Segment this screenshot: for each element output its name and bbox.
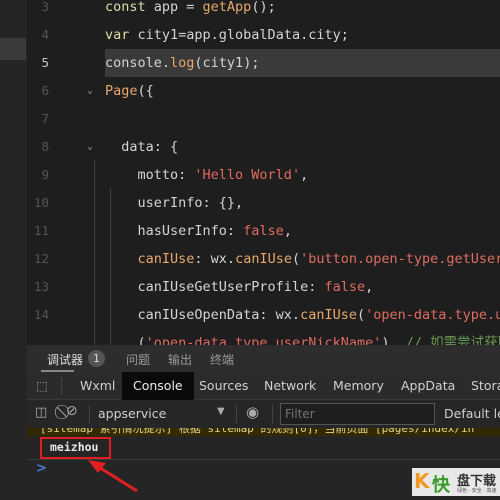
console-prompt[interactable]: > — [36, 461, 47, 476]
code-line[interactable]: 9 motto: 'Hello World', — [27, 161, 500, 189]
tab-appdata[interactable]: AppData — [401, 372, 455, 400]
tab-network[interactable]: Network — [264, 372, 316, 400]
code-text: const app = getApp(); — [105, 0, 276, 15]
code-line[interactable]: 13 canIUseGetUserProfile: false, — [27, 273, 500, 301]
code-text: canIUseOpenData: wx.canIUse('open-data.t… — [105, 307, 500, 323]
log-levels-select[interactable]: Default lev — [444, 406, 500, 421]
eye-icon[interactable]: ◉ — [246, 403, 259, 421]
logo-mark: K — [414, 469, 430, 493]
code-line[interactable]: 5 console.log(city1); — [27, 49, 500, 77]
panel-tabs: 调试器 1 问题 输出 终端 — [27, 345, 500, 372]
tab-storage[interactable]: Stora — [471, 372, 500, 400]
block-icon[interactable]: ⊘ — [66, 403, 78, 419]
line-number: 14 — [33, 307, 49, 322]
line-number: 6 — [41, 83, 49, 98]
context-select[interactable]: appservice — [98, 406, 166, 421]
code-text: canIUse: wx.canIUse('button.open-type.ge… — [137, 251, 500, 267]
line-number: 8 — [41, 139, 49, 154]
code-text: ('open-data.type.userNickName') // 如需尝试获… — [105, 335, 500, 345]
red-arrow-annotation — [88, 460, 138, 493]
code-line[interactable]: 10 userInfo: {}, — [27, 189, 500, 217]
code-editor[interactable]: 3 const app = getApp(); 4 var city1=app.glo… — [27, 0, 500, 345]
divider — [89, 405, 90, 423]
line-number: 3 — [41, 0, 49, 14]
tab-debugger[interactable]: 调试器 — [47, 351, 83, 368]
code-line[interactable]: 14 canIUseOpenData: wx.canIUse('open-dat… — [27, 301, 500, 329]
line-number: 10 — [33, 195, 49, 210]
code-line[interactable]: 12 canIUse: wx.canIUse('button.open-type… — [27, 245, 500, 273]
line-number: 7 — [41, 111, 49, 126]
code-line[interactable]: 7 — [27, 105, 500, 133]
tab-output[interactable]: 输出 — [168, 351, 192, 368]
filter-input[interactable] — [280, 403, 435, 425]
code-line[interactable]: 11 hasUserInfo: false, — [27, 217, 500, 245]
warning-message: [sitemap 索引情况提示] 根据 sitemap 的规则[0]，当前页面 … — [27, 428, 500, 436]
code-text: motto: 'Hello World', — [105, 167, 309, 183]
code-line[interactable]: 6 ⌄ Page({ — [27, 77, 500, 105]
chevron-down-icon[interactable]: ▼ — [217, 406, 225, 417]
line-number: 13 — [33, 279, 49, 294]
code-text: console.log(city1); — [105, 49, 500, 77]
line-number: 9 — [41, 167, 49, 182]
code-text: userInfo: {}, — [105, 195, 244, 211]
debugger-badge: 1 — [88, 350, 105, 367]
code-line[interactable]: 3 const app = getApp(); — [27, 0, 500, 21]
activity-bar-selected-item[interactable] — [0, 38, 26, 60]
logo-subtext: 绿色 · 安全 · 高速 — [457, 488, 497, 494]
divider — [272, 405, 273, 423]
sidebar-toggle-icon[interactable]: ◫ — [35, 405, 47, 420]
tab-problems[interactable]: 问题 — [126, 351, 150, 368]
tab-memory[interactable]: Memory — [333, 372, 384, 400]
line-number: 12 — [33, 251, 49, 266]
watermark-logo: K快 盘下载 绿色 · 安全 · 高速 — [412, 468, 500, 496]
tab-terminal[interactable]: 终端 — [210, 351, 234, 368]
inspect-element-icon[interactable]: ⬚ — [36, 372, 48, 400]
fold-chevron-icon[interactable]: ⌄ — [87, 77, 93, 105]
code-text: canIUseGetUserProfile: false, — [105, 279, 374, 295]
code-text: hasUserInfo: false, — [105, 223, 292, 239]
code-line[interactable]: 8 ⌄ data: { — [27, 133, 500, 161]
activity-bar — [0, 0, 27, 500]
logo-mark: 快 — [432, 475, 450, 496]
fold-chevron-icon[interactable]: ⌄ — [87, 133, 93, 161]
tab-wxml[interactable]: Wxml — [80, 372, 115, 400]
code-line[interactable]: ('open-data.type.userNickName') // 如需尝试获… — [27, 329, 500, 345]
code-line[interactable]: 4 var city1=app.globalData.city; — [27, 21, 500, 49]
line-number: 4 — [41, 27, 49, 42]
divider — [236, 405, 237, 423]
line-number: 5 — [41, 55, 49, 70]
tab-console[interactable]: Console — [122, 372, 194, 400]
code-text: var city1=app.globalData.city; — [105, 27, 349, 43]
code-text: data: { — [105, 139, 179, 155]
devtools-tabs: ⬚ Wxml Console Sources Network Memory Ap… — [27, 372, 500, 400]
console-toolbar: ◫ ⃠ ⊘ appservice ▼ ◉ Default lev — [27, 400, 500, 428]
line-number: 11 — [33, 223, 49, 238]
tab-sources[interactable]: Sources — [199, 372, 248, 400]
code-text: Page({ — [105, 83, 154, 99]
divider — [61, 377, 62, 395]
